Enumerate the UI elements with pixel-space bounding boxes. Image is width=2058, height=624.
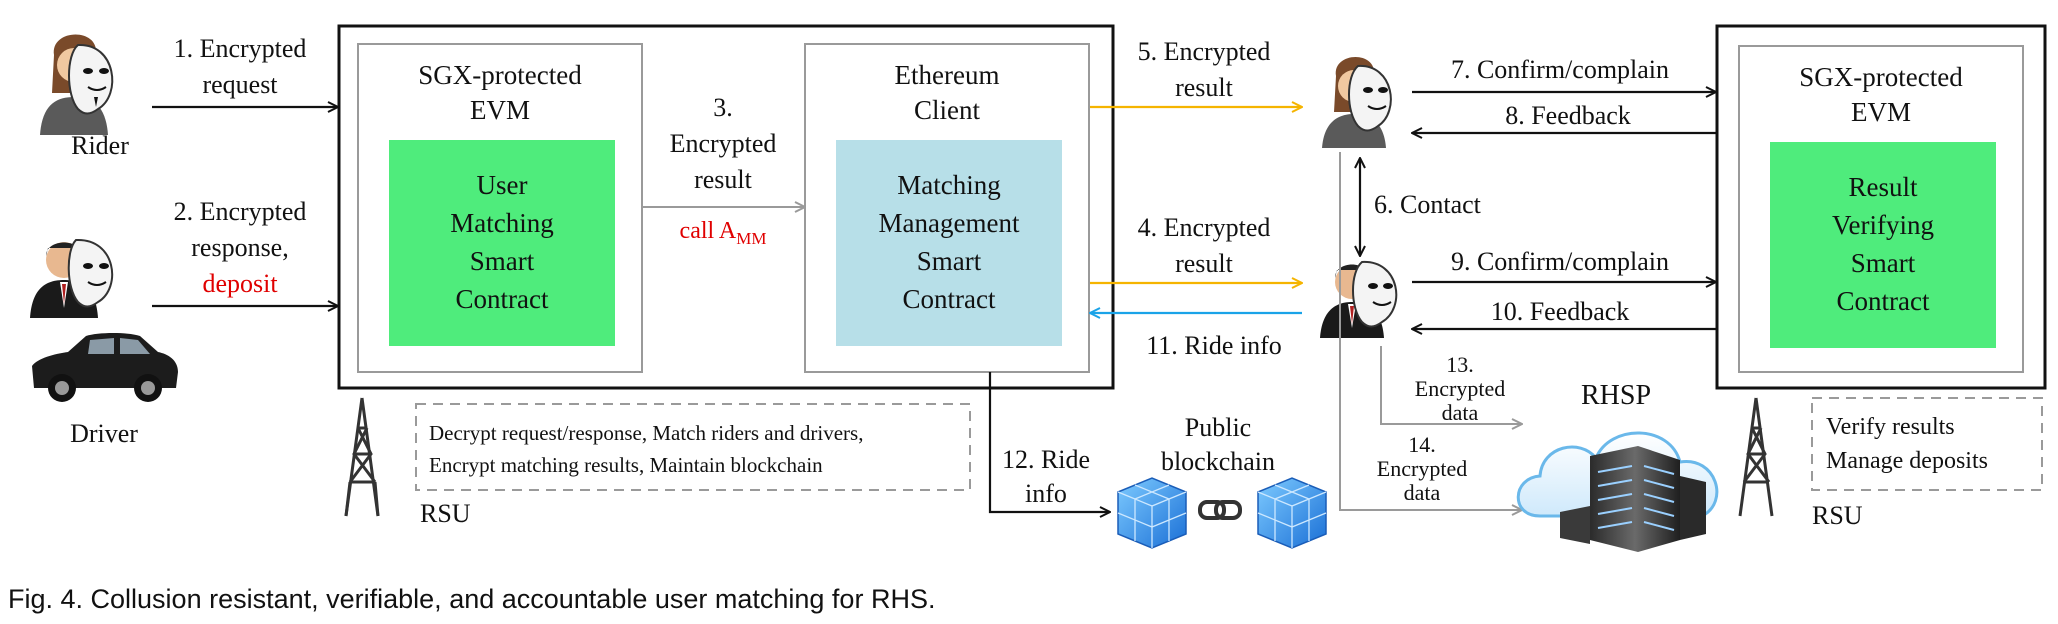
- left-rsu-note-box: [415, 403, 971, 491]
- verify-contract-line-1: Result: [1848, 172, 1918, 202]
- rhsp-label: RHSP: [1581, 380, 1651, 411]
- flow-13-label-1: 13.: [1446, 352, 1474, 377]
- verify-contract-line-3: Smart: [1851, 248, 1916, 278]
- car-icon: [32, 333, 178, 402]
- driver-icon: [30, 238, 114, 318]
- flow-12-label-2: info: [1025, 479, 1067, 508]
- block-cube-icon-left: [1117, 477, 1187, 549]
- blockchain-label-1: Public: [1185, 413, 1251, 442]
- mgmt-contract-line-2: Management: [879, 208, 1020, 238]
- flow-14-label-1: 14.: [1408, 432, 1436, 457]
- flow-12-label-1: 12. Ride: [1002, 445, 1090, 474]
- flow-1-label-2: request: [202, 70, 278, 99]
- left-evm-title-1: SGX-protected: [418, 60, 582, 90]
- flow-14-label-2: Encrypted: [1377, 456, 1467, 481]
- driver-icon-right: [1320, 260, 1398, 338]
- user-contract-line-3: Smart: [470, 246, 535, 276]
- verify-contract-line-2: Verifying: [1832, 210, 1934, 240]
- rhsp-cloud-server-icon: [1516, 431, 1719, 552]
- chain-link-icon: [1198, 500, 1242, 520]
- flow-2-label-2: response,: [191, 233, 288, 262]
- user-contract-line-4: Contract: [456, 284, 549, 314]
- driver-label: Driver: [70, 419, 138, 448]
- left-note-line-1: Decrypt request/response, Match riders a…: [429, 421, 863, 445]
- flow-6-label: 6. Contact: [1374, 190, 1482, 219]
- verify-contract-line-4: Contract: [1837, 286, 1930, 316]
- flow-4-label-2: result: [1175, 249, 1234, 278]
- flow-13-label-2: Encrypted: [1415, 376, 1505, 401]
- flow-10-label: 10. Feedback: [1491, 297, 1630, 326]
- right-note-line-2: Manage deposits: [1826, 448, 1988, 474]
- right-evm-title-2: EVM: [1851, 97, 1911, 127]
- rider-label: Rider: [71, 131, 129, 160]
- rsu-tower-icon-right: [1738, 397, 1774, 517]
- rsu-tower-icon-left: [344, 397, 380, 517]
- flow-11-label: 11. Ride info: [1146, 331, 1282, 360]
- flow-5-label-2: result: [1175, 73, 1234, 102]
- flow-3-label-2: Encrypted: [670, 129, 777, 158]
- eth-title-1: Ethereum: [895, 60, 1000, 90]
- flow-4-label-1: 4. Encrypted: [1138, 213, 1271, 242]
- flow-3-label-1: 3.: [713, 93, 733, 122]
- left-evm-title-2: EVM: [470, 95, 530, 125]
- mgmt-contract-line-3: Smart: [917, 246, 982, 276]
- blockchain-label-2: blockchain: [1161, 447, 1275, 476]
- right-evm-title-1: SGX-protected: [1799, 62, 1963, 92]
- flow-2-label-1: 2. Encrypted: [174, 197, 307, 226]
- eth-title-2: Client: [914, 95, 980, 125]
- user-contract-line-1: User: [477, 170, 528, 200]
- block-cube-icon-right: [1257, 477, 1327, 549]
- right-rsu-note-box: [1811, 397, 2043, 491]
- rider-icon-right: [1322, 56, 1392, 148]
- mgmt-contract-line-4: Contract: [903, 284, 996, 314]
- flow-1-label-1: 1. Encrypted: [174, 34, 307, 63]
- flow-13-label-3: data: [1442, 400, 1479, 425]
- flow-8-label: 8. Feedback: [1505, 101, 1631, 130]
- flow-3-call-subscript: MM: [736, 229, 766, 248]
- flow-9-label: 9. Confirm/complain: [1451, 247, 1669, 276]
- flow-3-label-3: result: [694, 165, 753, 194]
- flow-3-call-label: call AMM: [680, 218, 767, 248]
- right-note-line-1: Verify results: [1826, 414, 1955, 440]
- flow-5-label-1: 5. Encrypted: [1138, 37, 1271, 66]
- rider-icon: [40, 34, 114, 135]
- flow-3-call-text: call A: [680, 218, 737, 244]
- rsu-left-label: RSU: [420, 499, 471, 528]
- flow-7-label: 7. Confirm/complain: [1451, 55, 1669, 84]
- flow-14-label-3: data: [1404, 480, 1441, 505]
- user-contract-line-2: Matching: [450, 208, 553, 238]
- figure-caption: Fig. 4. Collusion resistant, verifiable,…: [8, 584, 935, 614]
- rsu-right-label: RSU: [1812, 501, 1863, 530]
- mgmt-contract-line-1: Matching: [897, 170, 1000, 200]
- flow-2-deposit-label: deposit: [202, 269, 278, 298]
- left-note-line-2: Encrypt matching results, Maintain block…: [429, 453, 823, 477]
- collusion-resistant-matching-diagram: Rider Driver SGX-protected EVM User Matc…: [8, 24, 2047, 614]
